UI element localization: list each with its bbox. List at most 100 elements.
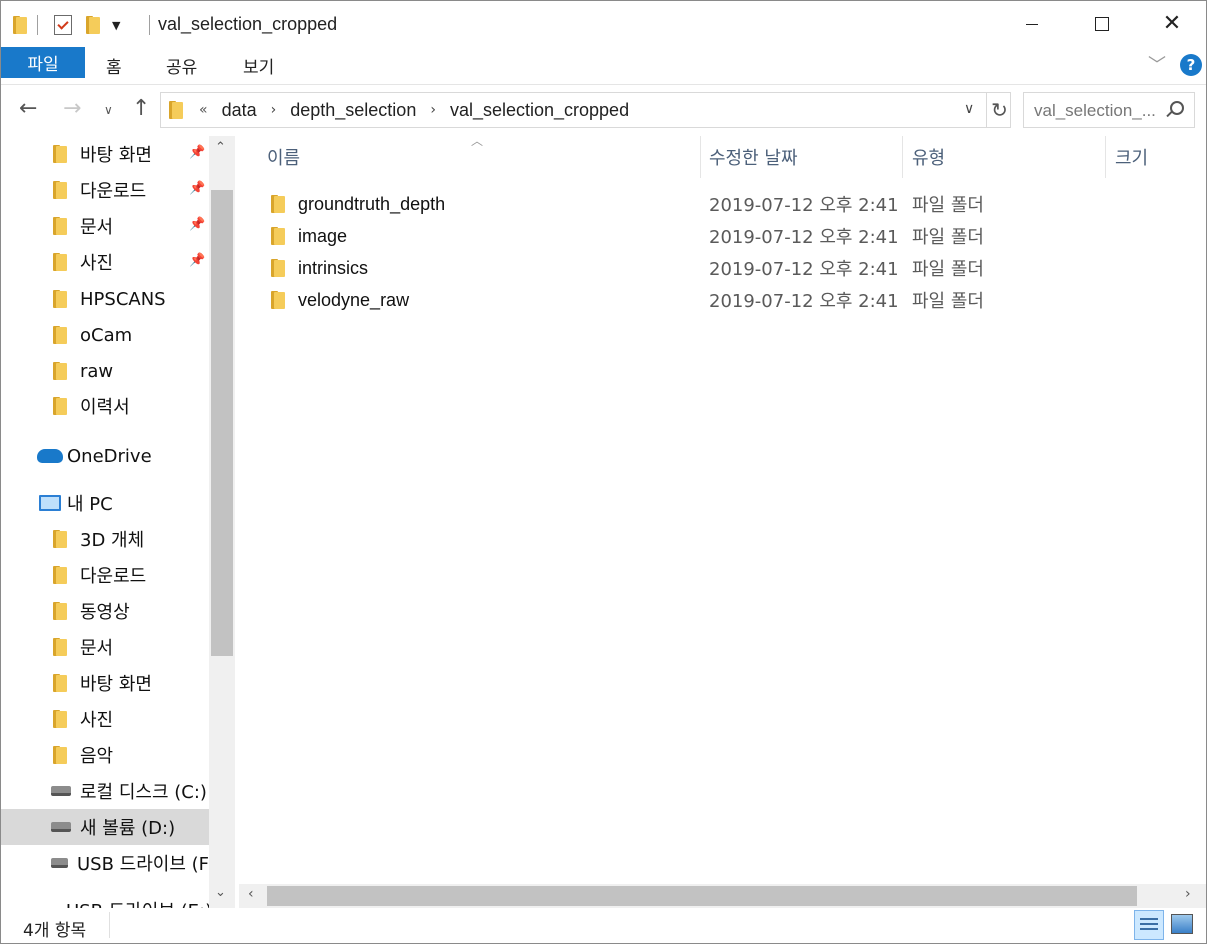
sidebar-scrollbar[interactable]: ⌃ ⌄ bbox=[209, 136, 235, 908]
file-name: groundtruth_depth bbox=[298, 193, 446, 214]
sidebar-item-label: HPSCANS bbox=[80, 288, 166, 310]
scroll-left-icon[interactable]: ‹ bbox=[248, 886, 254, 902]
sidebar-item-drive-c[interactable]: 로컬 디스크 (C:) bbox=[1, 773, 209, 809]
folder-icon bbox=[53, 290, 67, 308]
search-input[interactable]: val_selection_... bbox=[1023, 92, 1195, 128]
new-folder-icon[interactable] bbox=[86, 16, 100, 34]
table-row[interactable]: velodyne_raw 2019-07-12 오후 2:41 파일 폴더 bbox=[259, 284, 984, 316]
file-type: 파일 폴더 bbox=[912, 227, 984, 248]
up-arrow-icon[interactable]: ↑ bbox=[132, 96, 150, 121]
address-bar[interactable]: « data › depth_selection › val_selection… bbox=[160, 92, 1011, 128]
folder-icon bbox=[53, 326, 67, 344]
file-date: 2019-07-12 오후 2:41 bbox=[709, 259, 899, 280]
column-divider[interactable] bbox=[1105, 136, 1106, 178]
drive-icon bbox=[51, 822, 71, 832]
help-icon[interactable]: ? bbox=[1180, 54, 1202, 76]
divider bbox=[109, 912, 110, 938]
forward-arrow-icon[interactable]: → bbox=[63, 96, 81, 121]
breadcrumb-data[interactable]: data bbox=[222, 100, 257, 121]
sidebar-item-resume[interactable]: 이력서 bbox=[1, 388, 209, 424]
navigation-bar: ← → ∨ ↑ « data › depth_selection › val_s… bbox=[1, 86, 1206, 136]
minimize-icon bbox=[1026, 23, 1038, 25]
maximize-button[interactable] bbox=[1067, 1, 1137, 47]
scroll-right-icon[interactable]: › bbox=[1185, 886, 1191, 902]
sidebar-item-desktop-pinned[interactable]: 바탕 화면 📌 bbox=[1, 136, 209, 172]
column-header-type[interactable]: 유형 bbox=[912, 136, 945, 178]
properties-icon[interactable] bbox=[54, 15, 72, 35]
ribbon-tabs: 파일 홈 공유 보기 ﹀ ? bbox=[1, 47, 1206, 85]
sidebar-item-label: raw bbox=[80, 360, 114, 382]
sidebar-item-onedrive[interactable]: OneDrive bbox=[1, 438, 209, 474]
scroll-up-icon[interactable]: ⌃ bbox=[215, 140, 226, 155]
sidebar-item-pictures[interactable]: 사진 bbox=[1, 701, 209, 737]
sidebar-item-label: 사진 bbox=[80, 710, 114, 731]
expand-ribbon-chevron-icon[interactable]: ﹀ bbox=[1148, 51, 1166, 77]
column-divider[interactable] bbox=[902, 136, 903, 178]
sidebar-item-hpscans[interactable]: HPSCANS bbox=[1, 281, 209, 317]
scroll-down-icon[interactable]: ⌄ bbox=[215, 885, 226, 900]
pin-icon[interactable]: 📌 bbox=[189, 253, 205, 268]
tab-view[interactable]: 보기 bbox=[243, 53, 274, 78]
sidebar-item-downloads[interactable]: 다운로드 bbox=[1, 557, 209, 593]
breadcrumb-arrow-icon[interactable]: › bbox=[271, 102, 277, 118]
sidebar-item-label: 새 볼륨 (D:) bbox=[80, 818, 176, 839]
table-row[interactable]: groundtruth_depth 2019-07-12 오후 2:41 파일 … bbox=[259, 188, 984, 220]
back-arrow-icon[interactable]: ← bbox=[19, 96, 37, 121]
pin-icon[interactable]: 📌 bbox=[189, 217, 205, 232]
title-bar: ▼ val_selection_cropped ✕ bbox=[1, 1, 1206, 47]
sidebar-item-label: 3D 개체 bbox=[80, 530, 145, 551]
close-button[interactable]: ✕ bbox=[1137, 1, 1207, 47]
breadcrumb-val-selection-cropped[interactable]: val_selection_cropped bbox=[450, 100, 629, 121]
scrollbar-thumb[interactable] bbox=[267, 886, 1137, 906]
details-view-icon bbox=[1140, 918, 1158, 932]
column-header-date[interactable]: 수정한 날짜 bbox=[709, 136, 798, 178]
sidebar-item-documents-pinned[interactable]: 문서 📌 bbox=[1, 208, 209, 244]
sidebar-item-raw[interactable]: raw bbox=[1, 353, 209, 389]
sidebar-item-drive-d[interactable]: 새 볼륨 (D:) bbox=[1, 809, 209, 845]
sidebar-item-music[interactable]: 음악 bbox=[1, 737, 209, 773]
window-title: val_selection_cropped bbox=[158, 14, 338, 34]
onedrive-cloud-icon bbox=[37, 449, 63, 463]
tab-home[interactable]: 홈 bbox=[106, 53, 122, 78]
minimize-button[interactable] bbox=[997, 1, 1067, 47]
large-icons-view-button[interactable] bbox=[1171, 914, 1193, 934]
sidebar-item-label: 로컬 디스크 (C:) bbox=[80, 782, 207, 803]
desktop-folder-icon bbox=[53, 145, 67, 163]
sidebar-item-videos[interactable]: 동영상 bbox=[1, 593, 209, 629]
pin-icon[interactable]: 📌 bbox=[189, 145, 205, 160]
sidebar-item-3d-objects[interactable]: 3D 개체 bbox=[1, 521, 209, 557]
column-divider[interactable] bbox=[700, 136, 701, 178]
sidebar-item-ocam[interactable]: oCam bbox=[1, 317, 209, 353]
sidebar-item-this-pc[interactable]: 내 PC bbox=[1, 485, 209, 521]
table-row[interactable]: image 2019-07-12 오후 2:41 파일 폴더 bbox=[259, 220, 984, 252]
sidebar-item-label: USB 드라이브 (F bbox=[76, 854, 209, 875]
table-row[interactable]: intrinsics 2019-07-12 오후 2:41 파일 폴더 bbox=[259, 252, 984, 284]
divider bbox=[149, 15, 150, 35]
pin-icon[interactable]: 📌 bbox=[189, 181, 205, 196]
sidebar-item-documents[interactable]: 문서 bbox=[1, 629, 209, 665]
tab-file[interactable]: 파일 bbox=[1, 47, 85, 78]
breadcrumb-overflow[interactable]: « bbox=[199, 102, 208, 118]
sidebar-item-desktop[interactable]: 바탕 화면 bbox=[1, 665, 209, 701]
sidebar-item-usb-f[interactable]: USB 드라이브 (F bbox=[1, 845, 209, 881]
documents-folder-icon bbox=[53, 217, 67, 235]
horizontal-scrollbar[interactable]: ‹ › bbox=[239, 884, 1206, 908]
sidebar-item-downloads-pinned[interactable]: 다운로드 📌 bbox=[1, 172, 209, 208]
folder-icon bbox=[169, 101, 183, 119]
sidebar-item-pictures-pinned[interactable]: 사진 📌 bbox=[1, 244, 209, 280]
file-date: 2019-07-12 오후 2:41 bbox=[709, 227, 899, 248]
refresh-icon[interactable]: ↻ bbox=[986, 93, 1012, 127]
breadcrumb-arrow-icon[interactable]: › bbox=[430, 102, 436, 118]
search-icon[interactable] bbox=[1170, 101, 1184, 115]
breadcrumb-depth-selection[interactable]: depth_selection bbox=[290, 100, 416, 121]
column-header-name[interactable]: 이름 bbox=[267, 136, 300, 178]
customize-toolbar-chevron-icon[interactable]: ▼ bbox=[112, 19, 120, 32]
tab-share[interactable]: 공유 bbox=[166, 53, 197, 78]
file-name: intrinsics bbox=[298, 257, 369, 278]
recent-locations-chevron-icon[interactable]: ∨ bbox=[104, 103, 113, 117]
details-view-button[interactable] bbox=[1134, 910, 1164, 940]
scrollbar-thumb[interactable] bbox=[211, 190, 233, 656]
address-history-chevron-icon[interactable]: ∨ bbox=[964, 101, 974, 117]
column-header-size[interactable]: 크기 bbox=[1115, 136, 1148, 178]
sidebar-item-usb-e[interactable]: USB 드라이브 (E:) bbox=[1, 892, 209, 908]
